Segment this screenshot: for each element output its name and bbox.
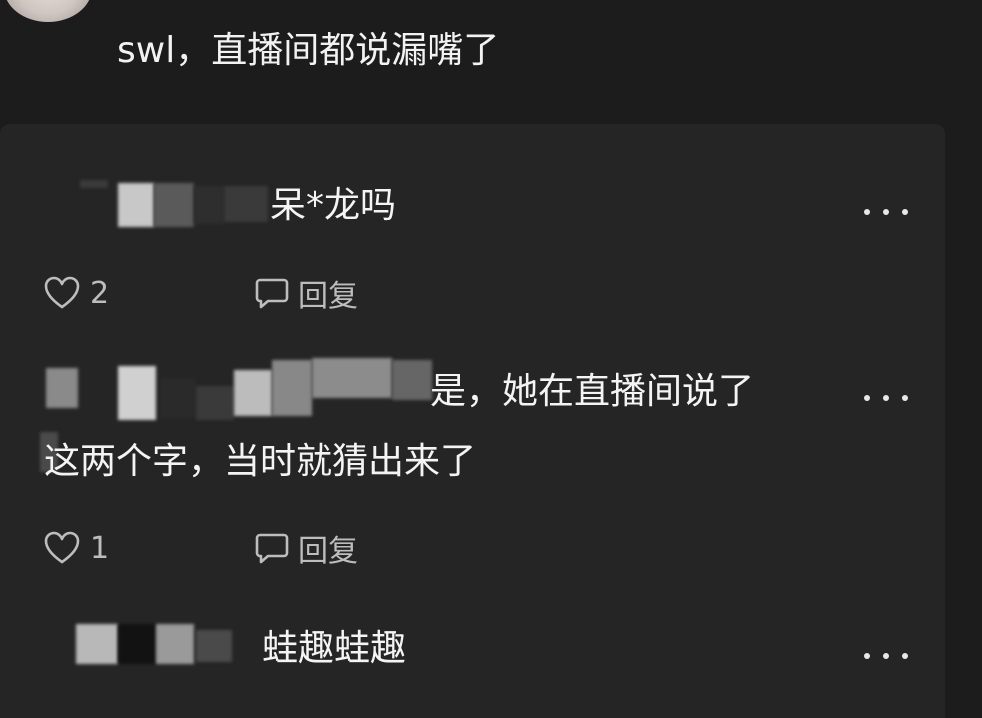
reply-actions: 1 回复 xyxy=(44,528,444,569)
heart-icon xyxy=(44,531,80,565)
reply-actions: 2 回复 xyxy=(44,273,444,314)
speech-bubble-icon xyxy=(254,276,290,310)
dot xyxy=(864,653,870,659)
reply-text-line-1: 是，她在直播间说了 xyxy=(430,371,755,412)
reply-text: 蛙趣蛙趣 xyxy=(262,628,407,669)
dot xyxy=(902,209,908,215)
reply-button[interactable]: 回复 xyxy=(254,528,358,569)
like-count: 1 xyxy=(90,530,110,566)
dot xyxy=(883,209,889,215)
reply-button[interactable]: 回复 xyxy=(254,273,358,314)
like-button[interactable]: 1 xyxy=(44,528,109,568)
panel-edge xyxy=(945,0,982,718)
dot xyxy=(883,653,889,659)
dot xyxy=(864,209,870,215)
heart-icon xyxy=(44,276,80,310)
like-count: 2 xyxy=(90,275,110,311)
more-options-button[interactable] xyxy=(864,641,908,671)
speech-bubble-icon xyxy=(254,531,290,565)
more-options-button[interactable] xyxy=(864,383,908,413)
more-options-button[interactable] xyxy=(864,197,908,227)
dot xyxy=(864,395,870,401)
reply-label: 回复 xyxy=(298,279,358,314)
reply-label: 回复 xyxy=(298,534,358,569)
reply-text-line-2: 这两个字，当时就猜出来了 xyxy=(44,441,477,482)
avatar[interactable] xyxy=(4,0,92,22)
like-button[interactable]: 2 xyxy=(44,273,109,313)
dot xyxy=(902,395,908,401)
main-comment-text: swl，直播间都说漏嘴了 xyxy=(117,30,500,71)
reply-text: 呆*龙吗 xyxy=(270,185,397,226)
dot xyxy=(883,395,889,401)
comment-thread-view: swl，直播间都说漏嘴了 呆*龙吗 2 回复 是，她在直播间说了 这两个字，当时… xyxy=(0,0,982,718)
dot xyxy=(902,653,908,659)
